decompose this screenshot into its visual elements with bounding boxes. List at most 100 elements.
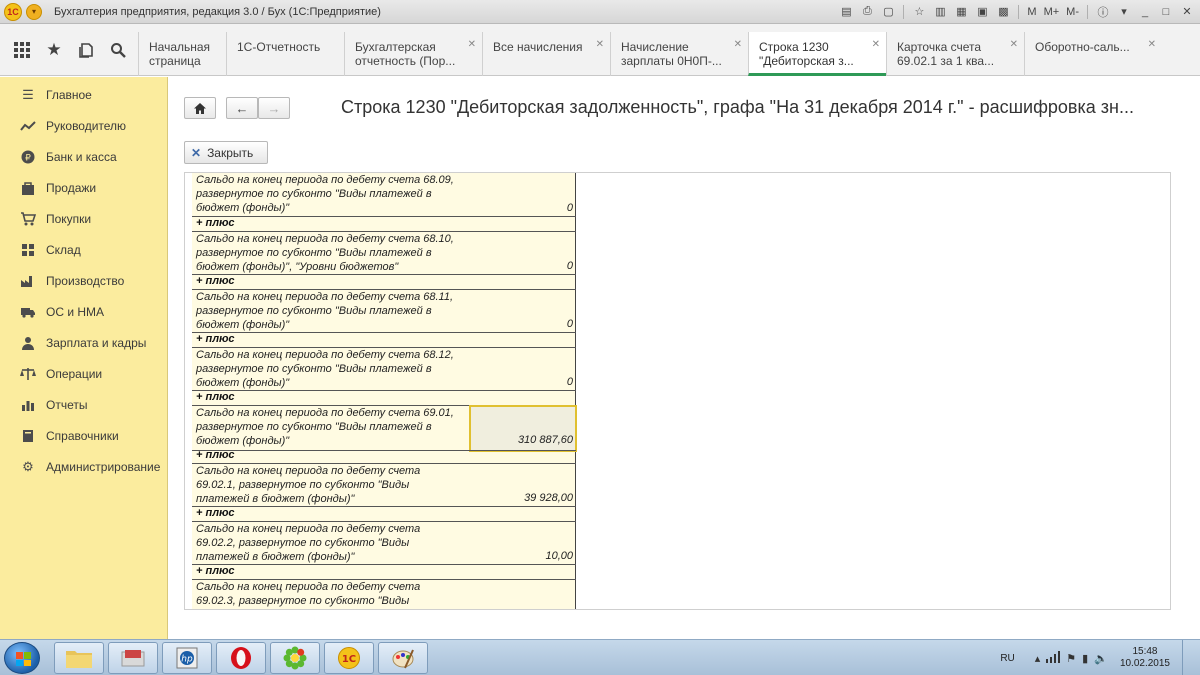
book-icon (20, 428, 36, 444)
report-row[interactable]: Сальдо на конец периода по дебету счета … (192, 579, 576, 609)
separator (903, 4, 905, 19)
all-functions-icon[interactable] (6, 34, 38, 66)
close-tab-icon[interactable]: ✕ (468, 38, 476, 52)
home-button[interactable] (184, 97, 216, 119)
sidebar-item-payroll[interactable]: Зарплата и кадры (0, 330, 168, 356)
history-clock-icon[interactable] (70, 34, 102, 66)
sidebar-item-main[interactable]: ☰ Главное (0, 82, 168, 108)
pdf-reader-icon[interactable] (108, 642, 158, 674)
sidebar-item-administration[interactable]: ⚙ Администрирование (0, 454, 168, 480)
1c-logo-icon[interactable]: 1С (4, 2, 22, 21)
minimize-icon[interactable]: _ (1136, 3, 1154, 20)
calendar-icon[interactable]: ▩ (994, 3, 1012, 20)
row-description: Сальдо на конец периода по дебету счета … (196, 407, 454, 447)
sidebar-item-warehouse[interactable]: Склад (0, 237, 168, 263)
plus-label: + плюс (196, 391, 235, 403)
row-divider (192, 216, 576, 217)
report-row[interactable]: Сальдо на конец периода по дебету счета … (192, 173, 576, 217)
search-icon[interactable] (102, 34, 134, 66)
sidebar-item-catalogs[interactable]: Справочники (0, 423, 168, 449)
calculator-icon[interactable]: ▣ (973, 3, 991, 20)
hp-icon[interactable]: hp (162, 642, 212, 674)
clock[interactable]: 15:48 10.02.2015 (1120, 646, 1170, 670)
tab-all-accruals[interactable]: Все начисления ✕ (482, 32, 610, 76)
icq-icon[interactable] (270, 642, 320, 674)
tab-label: Начисление зарплаты 0Н0П-... (621, 40, 722, 68)
sidebar-item-sales[interactable]: Продажи (0, 175, 168, 201)
windows-logo-icon (16, 652, 31, 666)
report-document[interactable]: Сальдо на конец периода по дебету счета … (184, 172, 1171, 610)
tab-label: Все начисления (493, 40, 583, 54)
volume-icon[interactable]: 🔈 (1094, 652, 1108, 665)
links-icon[interactable]: ▦ (952, 3, 970, 20)
tab-label: Карточка счета 69.02.1 за 1 ква... (897, 40, 995, 68)
flag-icon[interactable]: ⚑ (1066, 652, 1076, 665)
info-icon[interactable]: ⓘ (1094, 3, 1112, 20)
sidebar-item-director[interactable]: Руководителю (0, 113, 168, 139)
report-row[interactable]: Сальдо на конец периода по дебету счета … (192, 347, 576, 391)
favorites-icon[interactable]: ☆ (910, 3, 928, 20)
opera-icon[interactable] (216, 642, 266, 674)
chevron-down-icon[interactable]: ▾ (1115, 3, 1133, 20)
language-indicator[interactable]: RU (1000, 653, 1014, 664)
sidebar-item-label: Главное (46, 88, 92, 102)
tab-home[interactable]: Начальная страница (138, 32, 226, 76)
row-description: Сальдо на конец периода по дебету счета … (196, 581, 421, 607)
memory-minus-button[interactable]: M- (1064, 6, 1081, 18)
row-value: 39 928,00 (524, 492, 573, 504)
sidebar-item-bank[interactable]: ₽ Банк и касса (0, 144, 168, 170)
row-description: Сальдо на конец периода по дебету счета … (196, 174, 454, 214)
back-button[interactable]: ← (226, 97, 258, 119)
print-icon[interactable]: ⎙ (858, 3, 876, 20)
memory-button[interactable]: M (1025, 6, 1038, 18)
history-icon[interactable]: ▥ (931, 3, 949, 20)
sidebar-item-production[interactable]: Производство (0, 268, 168, 294)
sidebar-item-operations[interactable]: Операции (0, 361, 168, 387)
memory-plus-button[interactable]: M+ (1042, 6, 1062, 18)
close-button-label: Закрыть (207, 145, 254, 160)
menu-lines-icon: ☰ (22, 87, 34, 102)
network-icon[interactable] (1046, 650, 1061, 666)
report-row-selected[interactable]: Сальдо на конец периода по дебету счета … (192, 405, 577, 452)
close-tab-icon[interactable]: ✕ (1010, 38, 1018, 52)
preview-icon[interactable]: ▢ (879, 3, 897, 20)
truck-icon (20, 304, 36, 320)
main-menu-icon[interactable]: ▾ (26, 3, 42, 20)
close-button[interactable]: ✕ Закрыть (184, 141, 268, 164)
report-row[interactable]: Сальдо на конец периода по дебету счета … (192, 289, 576, 333)
close-tab-icon[interactable]: ✕ (734, 38, 742, 52)
forward-button[interactable]: → (258, 97, 290, 119)
favorites-star-icon[interactable]: ★ (38, 34, 70, 66)
maximize-icon[interactable]: □ (1157, 3, 1175, 20)
tab-accounting-reports[interactable]: Бухгалтерская отчетность (Пор... ✕ (344, 32, 482, 76)
separator (1018, 4, 1020, 19)
sidebar-item-purchases[interactable]: Покупки (0, 206, 168, 232)
close-tab-icon[interactable]: ✕ (596, 38, 604, 52)
report-row[interactable]: Сальдо на конец периода по дебету счета … (192, 463, 576, 507)
tab-turnover-balance[interactable]: Оборотно-саль... ✕ (1024, 32, 1162, 76)
battery-icon[interactable]: ▮ (1082, 652, 1088, 665)
1c-icon[interactable]: 1С (324, 642, 374, 674)
show-desktop-button[interactable] (1182, 640, 1192, 675)
close-window-icon[interactable]: ✕ (1178, 3, 1196, 20)
close-tab-icon[interactable]: ✕ (872, 38, 880, 52)
row-value: 310 887,60 (517, 434, 573, 446)
explorer-folder-icon[interactable] (54, 642, 104, 674)
report-row[interactable]: Сальдо на конец периода по дебету счета … (192, 521, 576, 565)
sidebar-item-fixed-assets[interactable]: ОС и НМА (0, 299, 168, 325)
start-button[interactable] (4, 642, 40, 674)
windows-taskbar: hp 1С RU ▴ ⚑ ▮ 🔈 15:48 10.02.2015 (0, 639, 1200, 675)
form-area: ← → Строка 1230 "Дебиторская задолженнос… (169, 77, 1200, 639)
svg-text:₽: ₽ (25, 154, 31, 164)
tab-payroll[interactable]: Начисление зарплаты 0Н0П-... ✕ (610, 32, 748, 76)
show-hidden-icons-icon[interactable]: ▴ (1035, 652, 1041, 665)
tab-1c-reporting[interactable]: 1С-Отчетность (226, 32, 344, 76)
sidebar-item-label: Операции (46, 367, 103, 381)
save-icon[interactable]: ▤ (837, 3, 855, 20)
paint-icon[interactable] (378, 642, 428, 674)
tab-account-card[interactable]: Карточка счета 69.02.1 за 1 ква... ✕ (886, 32, 1024, 76)
tab-line-1230[interactable]: Строка 1230 "Дебиторская з... ✕ (748, 32, 886, 76)
close-tab-icon[interactable]: ✕ (1148, 38, 1156, 52)
sidebar-item-reports[interactable]: Отчеты (0, 392, 168, 418)
report-row[interactable]: Сальдо на конец периода по дебету счета … (192, 231, 576, 275)
